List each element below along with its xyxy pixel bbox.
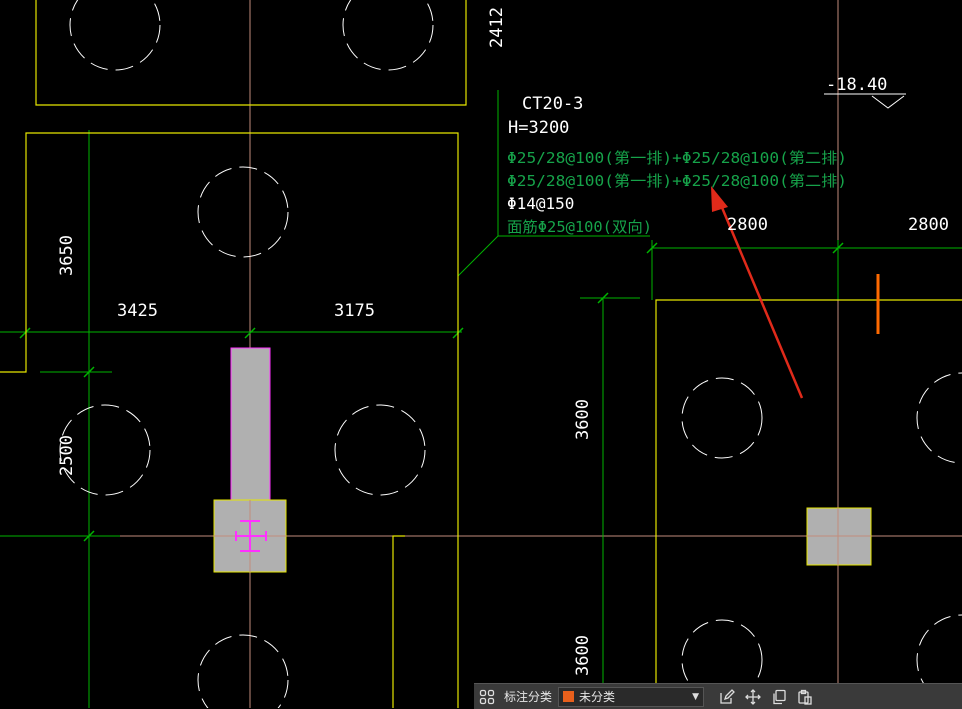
elevation-symbol — [824, 93, 906, 109]
pile-cap-right — [655, 299, 962, 708]
dim-text-2800-b: 2800 — [908, 215, 949, 235]
category-color-swatch — [563, 691, 575, 702]
pile-circle-1 — [69, 0, 161, 71]
dim-text-2412: 2412 — [487, 7, 507, 48]
wall-segment[interactable] — [230, 347, 271, 501]
copy-icon[interactable] — [766, 684, 792, 709]
annotation-category-label: 标注分类 — [504, 690, 553, 704]
top-rebar-text: 面筋Φ25@100(双向) — [507, 218, 652, 236]
pile-cap-top-left — [35, 0, 467, 106]
pile-circle-8 — [916, 372, 962, 464]
dim-text-2800-a: 2800 — [727, 215, 768, 235]
dim-text-3600-b: 3600 — [573, 635, 593, 676]
pile-circle-3 — [197, 166, 289, 258]
chevron-down-icon: ▼ — [692, 691, 700, 702]
cad-drawing-canvas[interactable]: CT20-3 H=3200 Φ25/28@100(第一排)+Φ25/28@100… — [0, 0, 962, 708]
height-spec-text: H=3200 — [508, 118, 569, 138]
pile-cap-outlines — [0, 0, 962, 708]
dim-text-3600-a: 3600 — [573, 399, 593, 440]
annotation-toolbar: 标注分类 未分类 ▼ — [474, 683, 962, 709]
pile-cap-ct20-3 — [0, 132, 459, 708]
pile-circle-7 — [681, 377, 763, 459]
stirrup-text: Φ14@150 — [507, 194, 574, 213]
rebar-line-1: Φ25/28@100(第一排)+Φ25/28@100(第二排) — [507, 149, 847, 167]
pile-circle-6 — [197, 634, 289, 708]
category-selected-value: 未分类 — [579, 690, 616, 704]
paste-icon[interactable] — [792, 684, 818, 709]
dim-text-3650: 3650 — [57, 235, 77, 276]
grid-icon[interactable] — [474, 684, 500, 709]
annotation-category-select[interactable]: 未分类 ▼ — [558, 686, 705, 707]
pile-circles — [59, 0, 962, 708]
dim-text-3175: 3175 — [334, 301, 375, 321]
edit-icon[interactable] — [714, 684, 740, 709]
elevation-text: -18.40 — [826, 75, 887, 95]
dim-text-3425: 3425 — [117, 301, 158, 321]
pile-circle-2 — [342, 0, 434, 71]
leader-diagonal — [457, 235, 499, 277]
block-title-text: CT20-3 — [522, 94, 583, 114]
move-icon[interactable] — [740, 684, 766, 709]
pile-cap-bottom-edge — [392, 535, 405, 708]
dimension-ticks — [19, 242, 844, 542]
pile-circle-5 — [334, 404, 426, 496]
dim-text-2500: 2500 — [57, 435, 77, 476]
dimension-lines — [0, 0, 962, 708]
rebar-line-2: Φ25/28@100(第一排)+Φ25/28@100(第二排) — [507, 172, 847, 190]
axis-lines — [0, 0, 962, 708]
